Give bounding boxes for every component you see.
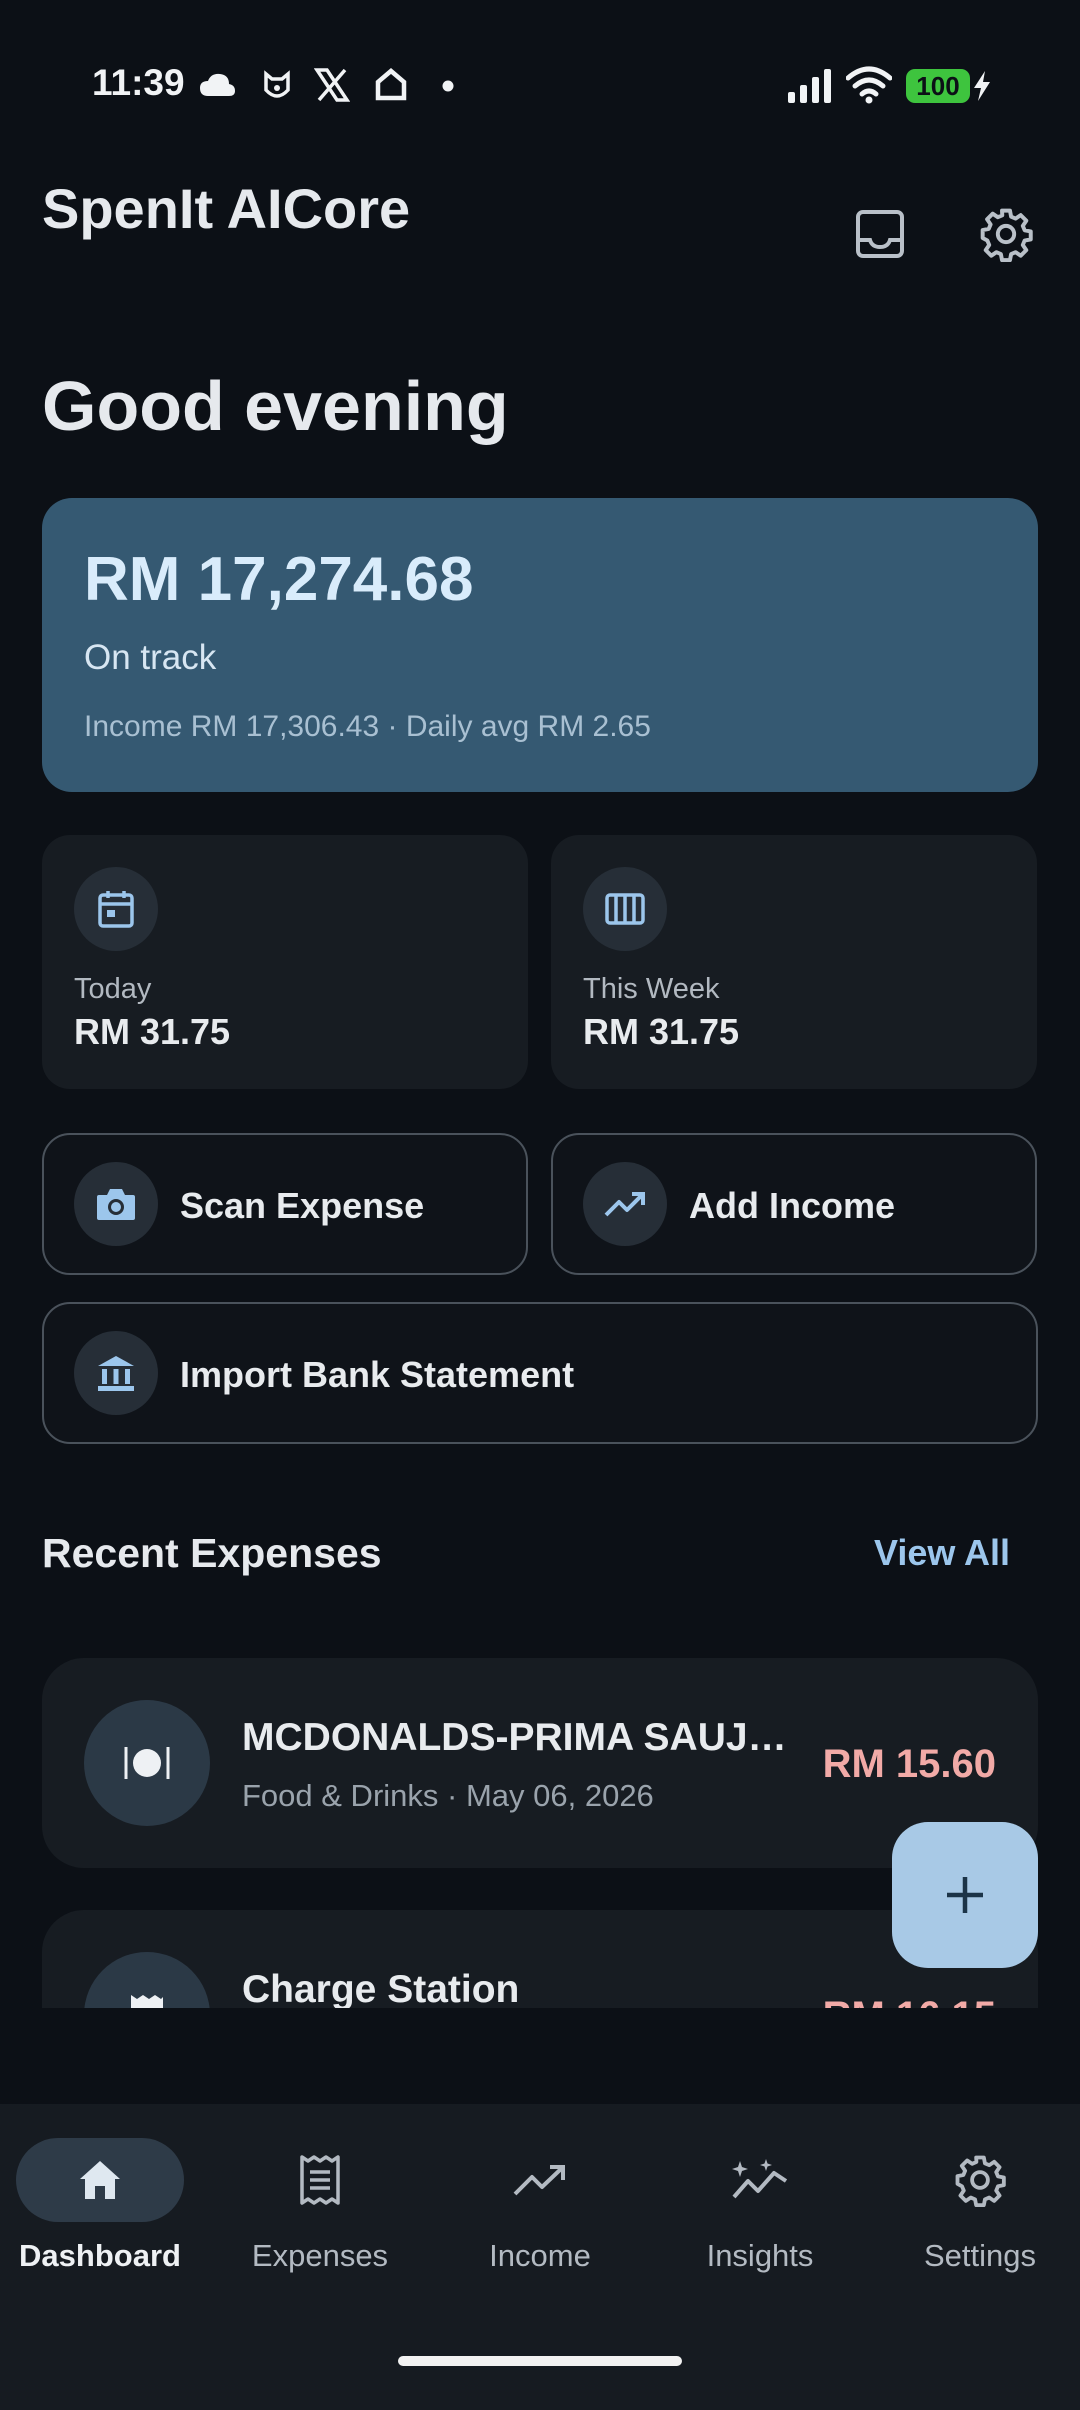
this-week-stat-card[interactable]: This Week RM 31.75 xyxy=(551,835,1037,1089)
inbox-icon xyxy=(856,210,904,258)
nav-dashboard[interactable]: Dashboard xyxy=(0,2134,216,2284)
nav-insights[interactable]: Insights xyxy=(660,2134,876,2284)
bank-icon xyxy=(98,1356,134,1391)
expense-name: MCDONALDS-PRIMA SAUJANA xyxy=(242,1716,802,1759)
gear-icon xyxy=(955,2155,1006,2207)
x-logo-icon xyxy=(314,68,350,102)
this-week-label: This Week xyxy=(583,973,720,1005)
receipt-icon xyxy=(131,1995,163,2008)
expense-meta: Food & Drinks · May 06, 2026 xyxy=(242,1778,654,1813)
expense-avatar xyxy=(84,1952,210,2008)
today-value: RM 31.75 xyxy=(74,1011,231,1052)
balance-amount: RM 17,274.68 xyxy=(84,545,474,614)
battery-icon: 100 xyxy=(906,69,970,103)
home-icon xyxy=(375,68,407,101)
nav-settings-label: Settings xyxy=(923,2238,1036,2273)
this-week-value: RM 31.75 xyxy=(583,1011,740,1052)
income-daily-avg: Income RM 17,306.43 · Daily avg RM 2.65 xyxy=(84,710,651,743)
today-stat-card[interactable]: Today RM 31.75 xyxy=(42,835,528,1089)
nav-insights-label: Insights xyxy=(706,2238,814,2273)
gear-icon xyxy=(980,208,1033,262)
week-columns-icon xyxy=(605,893,645,925)
add-expense-fab[interactable] xyxy=(892,1822,1038,1968)
recent-expenses-title: Recent Expenses xyxy=(42,1530,382,1576)
settings-button[interactable] xyxy=(970,198,1042,270)
scan-expense-label: Scan Expense xyxy=(180,1185,425,1226)
scan-expense-button[interactable]: Scan Expense xyxy=(42,1133,528,1275)
expense-amount: RM 15.60 xyxy=(822,1742,996,1786)
dot-icon xyxy=(442,80,454,92)
inbox-button[interactable] xyxy=(844,198,916,270)
recent-expenses-list[interactable]: MCDONALDS-PRIMA SAUJANA Food & Drinks · … xyxy=(42,1658,1038,2008)
trend-up-icon xyxy=(604,1192,645,1217)
budget-status: On track xyxy=(84,638,217,677)
nav-insights-icon-wrap xyxy=(660,2138,860,2222)
expense-amount: RM 16.15 xyxy=(823,1994,996,2008)
nav-expenses[interactable]: Expenses xyxy=(220,2134,436,2284)
list-item[interactable]: Charge Station RM 16.15 xyxy=(42,1910,1038,2008)
today-label: Today xyxy=(74,973,152,1005)
nav-income-icon-wrap xyxy=(440,2138,640,2222)
calendar-icon xyxy=(98,891,134,928)
today-icon-circle xyxy=(74,867,158,951)
week-icon-circle xyxy=(583,867,667,951)
nav-expenses-icon-wrap xyxy=(220,2138,420,2222)
wifi-icon xyxy=(846,66,892,104)
nav-dashboard-label: Dashboard xyxy=(19,2238,181,2273)
trend-up-icon xyxy=(513,2165,565,2196)
signal-icon xyxy=(788,69,831,103)
plus-icon xyxy=(947,1877,983,1913)
nav-income[interactable]: Income xyxy=(440,2134,656,2284)
nav-settings[interactable]: Settings xyxy=(880,2134,1080,2284)
import-bank-statement-label: Import Bank Statement xyxy=(180,1354,575,1395)
expense-avatar xyxy=(84,1700,210,1826)
charging-icon xyxy=(974,71,990,101)
camera-icon xyxy=(97,1189,135,1220)
nav-dashboard-icon-wrap xyxy=(0,2138,200,2222)
bank-icon-circle xyxy=(74,1331,158,1415)
status-time: 11:39 xyxy=(92,62,185,103)
scan-icon-circle xyxy=(74,1162,158,1246)
plate-icon xyxy=(124,1747,170,1779)
sparkle-chart-icon xyxy=(732,2159,788,2199)
nav-expenses-label: Expenses xyxy=(251,2238,389,2273)
home-icon xyxy=(80,2161,120,2199)
home-indicator[interactable] xyxy=(398,2356,682,2366)
view-all-link[interactable]: View All xyxy=(874,1532,1010,1574)
balance-summary-card[interactable]: RM 17,274.68 On track Income RM 17,306.4… xyxy=(42,498,1038,792)
cloud-icon xyxy=(200,73,235,96)
add-income-label: Add Income xyxy=(689,1185,896,1226)
nav-settings-icon-wrap xyxy=(880,2138,1080,2222)
receipt-icon xyxy=(300,2155,340,2205)
add-income-button[interactable]: Add Income xyxy=(551,1133,1037,1275)
list-item[interactable]: MCDONALDS-PRIMA SAUJANA Food & Drinks · … xyxy=(42,1658,1038,1868)
nav-income-label: Income xyxy=(489,2238,591,2273)
shield-cat-icon xyxy=(264,70,290,98)
income-icon-circle xyxy=(583,1162,667,1246)
app-title: SpenIt AICore xyxy=(42,177,411,240)
expense-name: Charge Station xyxy=(242,1968,520,2008)
import-bank-statement-button[interactable]: Import Bank Statement xyxy=(42,1302,1038,1444)
greeting: Good evening xyxy=(42,367,509,445)
